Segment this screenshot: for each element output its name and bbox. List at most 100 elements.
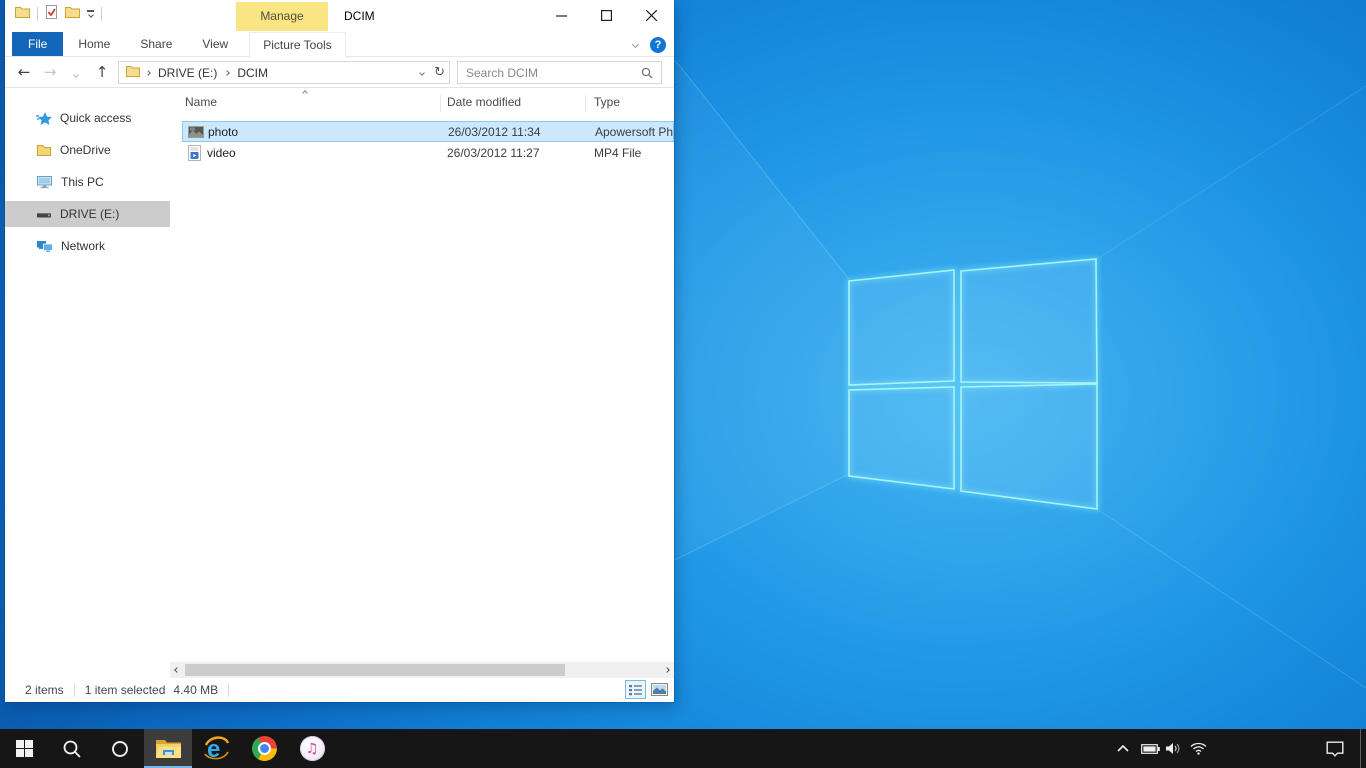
- horizontal-scrollbar[interactable]: [170, 662, 674, 678]
- breadcrumb-chevron-icon[interactable]: [145, 70, 151, 76]
- breadcrumb-drive[interactable]: DRIVE (E:): [153, 66, 222, 80]
- address-bar[interactable]: DRIVE (E:) DCIM ↻: [118, 61, 450, 84]
- column-header-date-modified[interactable]: Date modified: [447, 95, 521, 109]
- separator: [74, 683, 75, 697]
- file-explorer-icon: [155, 738, 182, 759]
- itunes-icon: ♫: [300, 736, 325, 761]
- separator: [228, 683, 229, 697]
- properties-button[interactable]: [45, 5, 58, 22]
- itunes-button[interactable]: ♫: [288, 729, 336, 768]
- up-button[interactable]: ↑: [89, 63, 115, 81]
- wifi-icon[interactable]: [1186, 729, 1210, 768]
- show-desktop-button[interactable]: [1360, 729, 1366, 768]
- scrollbar-thumb[interactable]: [185, 664, 565, 676]
- forward-button[interactable]: →: [37, 63, 63, 81]
- column-header-type[interactable]: Type: [594, 95, 620, 109]
- sidebar-item-label: Quick access: [60, 111, 131, 125]
- file-explorer-window: Manage DCIM File Home Share View Picture…: [5, 0, 674, 702]
- internet-explorer-button[interactable]: e: [192, 729, 240, 768]
- desktop: Manage DCIM File Home Share View Picture…: [0, 0, 1366, 768]
- internet-explorer-icon: e: [203, 735, 230, 762]
- cortana-button[interactable]: [96, 729, 144, 768]
- breadcrumb-folder[interactable]: DCIM: [232, 66, 273, 80]
- sidebar-item-label: OneDrive: [60, 143, 111, 157]
- sidebar-item-drive-e[interactable]: DRIVE (E:): [5, 201, 170, 227]
- breadcrumb-chevron-icon[interactable]: [225, 70, 231, 76]
- search-box[interactable]: Search DCIM: [457, 61, 662, 84]
- file-row-photo[interactable]: photo 26/03/2012 11:34 Apowersoft Pho: [182, 121, 674, 142]
- contextual-tab-group: Manage: [232, 2, 332, 31]
- sidebar-item-quick-access[interactable]: Quick access: [5, 105, 170, 131]
- details-view-button[interactable]: [625, 680, 646, 699]
- mp4-file-icon: [188, 145, 204, 161]
- separator: [101, 7, 102, 21]
- caption-buttons: [539, 0, 674, 30]
- cortana-circle-icon: [111, 740, 129, 758]
- tab-home[interactable]: Home: [63, 32, 125, 56]
- close-button[interactable]: [629, 0, 674, 30]
- refresh-icon[interactable]: ↻: [434, 65, 445, 80]
- sidebar-item-this-pc[interactable]: This PC: [5, 169, 170, 195]
- file-name: photo: [208, 125, 238, 139]
- selection-size: 4.40 MB: [173, 683, 218, 697]
- file-row-video[interactable]: video 26/03/2012 11:27 MP4 File: [182, 142, 674, 163]
- ribbon-collapse-icon[interactable]: [632, 41, 639, 48]
- column-header-name[interactable]: Name: [185, 95, 217, 109]
- minimize-button[interactable]: [539, 0, 584, 30]
- file-type: MP4 File: [594, 146, 674, 160]
- navigation-bar: ← → ↑ DRIVE (E:) DCIM ↻ Search DCIM: [5, 57, 674, 88]
- items-count: 2 items: [25, 683, 64, 697]
- explorer-system-icon[interactable]: [15, 6, 30, 21]
- column-separator[interactable]: [585, 95, 586, 112]
- column-separator[interactable]: [440, 95, 441, 112]
- action-center-icon[interactable]: [1322, 729, 1348, 768]
- chrome-button[interactable]: [240, 729, 288, 768]
- volume-icon[interactable]: [1160, 729, 1186, 768]
- file-name: video: [207, 146, 236, 160]
- back-button[interactable]: ←: [11, 63, 37, 81]
- battery-icon[interactable]: [1138, 729, 1162, 768]
- address-dropdown-icon[interactable]: [419, 70, 425, 76]
- windows-logo: [849, 259, 1097, 509]
- sidebar-item-label: This PC: [61, 175, 104, 189]
- quick-access-star-icon: [36, 111, 52, 125]
- tab-file[interactable]: File: [12, 32, 63, 56]
- hidden-icons-chevron[interactable]: [1112, 729, 1134, 768]
- title-bar: Manage DCIM: [5, 0, 674, 32]
- tab-view[interactable]: View: [187, 32, 243, 56]
- quick-access-toolbar: [15, 5, 102, 22]
- manage-tab-label[interactable]: Manage: [236, 2, 328, 31]
- sidebar-item-onedrive[interactable]: OneDrive: [5, 137, 170, 163]
- search-placeholder: Search DCIM: [466, 66, 641, 80]
- usb-drive-icon: [36, 208, 52, 220]
- scroll-left-icon[interactable]: [170, 662, 184, 678]
- status-bar: 2 items 1 item selected 4.40 MB: [5, 678, 674, 702]
- file-date-modified: 26/03/2012 11:27: [447, 146, 540, 160]
- new-folder-button[interactable]: [65, 6, 80, 21]
- main-area: Quick access OneDrive This PC: [5, 89, 674, 662]
- tab-picture-tools[interactable]: Picture Tools: [249, 32, 345, 58]
- photo-thumbnail-icon: [188, 126, 204, 138]
- taskbar-file-explorer-button[interactable]: [144, 729, 192, 768]
- sort-ascending-icon: [302, 90, 308, 96]
- ribbon-tabs: File Home Share View Picture Tools ?: [5, 32, 674, 57]
- windows-start-icon: [16, 740, 33, 757]
- this-pc-monitor-icon: [36, 175, 53, 189]
- tab-share[interactable]: Share: [125, 32, 187, 56]
- taskbar-search-button[interactable]: [48, 729, 96, 768]
- customize-qat-button[interactable]: [87, 10, 94, 16]
- search-icon[interactable]: [641, 67, 653, 79]
- maximize-button[interactable]: [584, 0, 629, 30]
- chrome-icon: [252, 736, 277, 761]
- start-button[interactable]: [0, 729, 48, 768]
- scroll-right-icon[interactable]: [660, 662, 674, 678]
- file-type: Apowersoft Pho: [595, 125, 673, 139]
- help-button[interactable]: ?: [650, 37, 666, 53]
- sidebar-item-network[interactable]: Network: [5, 233, 170, 259]
- search-icon: [62, 739, 82, 759]
- taskbar: e ♫: [0, 729, 1366, 768]
- file-date-modified: 26/03/2012 11:34: [448, 125, 541, 139]
- network-computers-icon: [36, 239, 53, 253]
- large-icons-view-button[interactable]: [649, 680, 670, 699]
- recent-locations-button[interactable]: [63, 63, 89, 81]
